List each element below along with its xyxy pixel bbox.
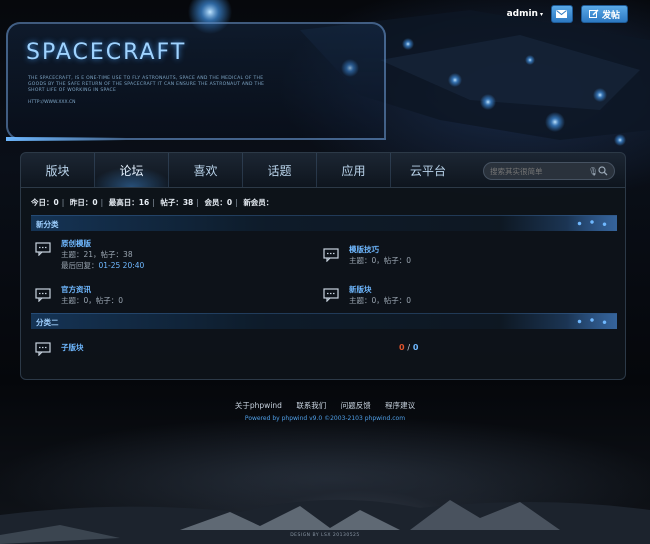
forum-name[interactable]: 模版技巧	[349, 244, 411, 255]
forum-name[interactable]: 官方资讯	[61, 284, 123, 295]
chevron-down-icon: ▾	[539, 10, 543, 18]
footer-link-feedback[interactable]: 问题反馈	[341, 401, 371, 410]
nav-item-likes[interactable]: 喜欢	[169, 153, 243, 187]
chat-bubble-icon	[35, 342, 51, 356]
forum-item[interactable]: 子版块	[35, 338, 84, 356]
new-post-button[interactable]: 发帖	[580, 5, 628, 23]
chat-bubble-icon	[323, 288, 339, 302]
category-title: 新分类	[36, 220, 59, 229]
count-total: 0	[412, 343, 419, 352]
forum-meta: 主题：0，帖子：0	[349, 296, 412, 305]
forum-last-reply: 最后回复：01-25 20:40	[61, 260, 144, 271]
last-reply-label: 最后回复：	[61, 261, 99, 270]
search-box: 🎙︎	[483, 162, 615, 180]
forum-meta: 主题：0，帖子：0	[61, 296, 124, 305]
search-input[interactable]	[490, 166, 588, 176]
nav-item-blocks[interactable]: 版块	[21, 153, 95, 187]
category-header[interactable]: 新分类	[31, 215, 617, 231]
stat-today: 今日：0	[31, 198, 59, 207]
forum-name[interactable]: 新版块	[349, 284, 411, 295]
main-nav: 版块 论坛 喜欢 话题 应用 云平台 🎙︎	[20, 152, 626, 188]
category-decoration	[567, 216, 617, 231]
envelope-icon	[556, 10, 568, 18]
footer-link-contact[interactable]: 联系我们	[296, 401, 326, 410]
logo-url: HTTP://WWW.XXX.CN	[28, 100, 76, 105]
forum-name[interactable]: 子版块	[61, 342, 84, 353]
count-separator: /	[407, 343, 411, 352]
stat-yesterday: 昨日：0	[69, 198, 98, 207]
messages-button[interactable]	[550, 5, 573, 23]
last-reply-time[interactable]: 01-25 20:40	[99, 261, 145, 270]
footer-link-about[interactable]: 关于phpwind	[235, 401, 282, 410]
pencil-icon	[588, 9, 599, 18]
stat-new-member: 新会员：	[243, 198, 274, 207]
site-stats: 今日：0 | 昨日：0 | 最高日：16 | 帖子：38 | 会员：0 | 新会员：	[31, 198, 274, 207]
category-title: 分类二	[36, 318, 59, 327]
chat-bubble-icon	[35, 288, 51, 302]
nav-item-cloud[interactable]: 云平台	[391, 153, 465, 187]
category-decoration	[567, 314, 617, 329]
forum-item[interactable]: 新版块 主题：0，帖子：0	[323, 284, 411, 306]
forum-meta: 主题：21，帖子：38	[61, 250, 133, 259]
username: admin	[506, 9, 538, 19]
powered-by[interactable]: Powered by phpwind v9.0 ©2003-2103 phpwi…	[0, 415, 650, 422]
new-post-label: 发帖	[601, 10, 620, 21]
user-bar: admin ▾ 发帖	[507, 5, 628, 23]
nav-item-forum[interactable]: 论坛	[95, 153, 169, 187]
forum-meta: 主题：0，帖子：0	[349, 256, 412, 265]
site-logo[interactable]: SPACECRAFT	[26, 40, 186, 65]
planet-horizon-art	[0, 499, 650, 544]
design-credit: DESIGN BY LSX 20130525	[290, 533, 360, 538]
forum-name[interactable]: 原创模版	[61, 238, 144, 249]
category-header[interactable]: 分类二	[31, 313, 617, 329]
stat-members: 会员：0	[204, 198, 233, 207]
forum-item[interactable]: 原创模版 主题：21，帖子：38 最后回复：01-25 20:40	[35, 238, 144, 271]
chat-bubble-icon	[35, 242, 51, 256]
search-icon[interactable]	[598, 166, 608, 176]
nav-item-apps[interactable]: 应用	[317, 153, 391, 187]
forum-post-count: 0 / 0	[399, 343, 418, 352]
forum-item[interactable]: 官方资讯 主题：0，帖子：0	[35, 284, 123, 306]
forum-panel: 今日：0 | 昨日：0 | 最高日：16 | 帖子：38 | 会员：0 | 新会员： 新分…	[20, 188, 626, 380]
stat-max: 最高日：16	[108, 198, 150, 207]
microphone-icon[interactable]: 🎙︎	[588, 167, 598, 176]
logo-tagline: THE SPACECRAFT, IS E ONE-TIME USE TO FLY…	[28, 76, 265, 93]
count-today: 0	[399, 343, 405, 352]
footer-link-suggest[interactable]: 程序建议	[385, 401, 415, 410]
nav-item-topics[interactable]: 话题	[243, 153, 317, 187]
chat-bubble-icon	[323, 248, 339, 262]
user-menu[interactable]: admin ▾	[507, 9, 543, 19]
footer-links: 关于phpwind 联系我们 问题反馈 程序建议	[0, 400, 650, 411]
forum-item[interactable]: 模版技巧 主题：0，帖子：0	[323, 244, 411, 266]
stat-posts: 帖子：38	[160, 198, 194, 207]
